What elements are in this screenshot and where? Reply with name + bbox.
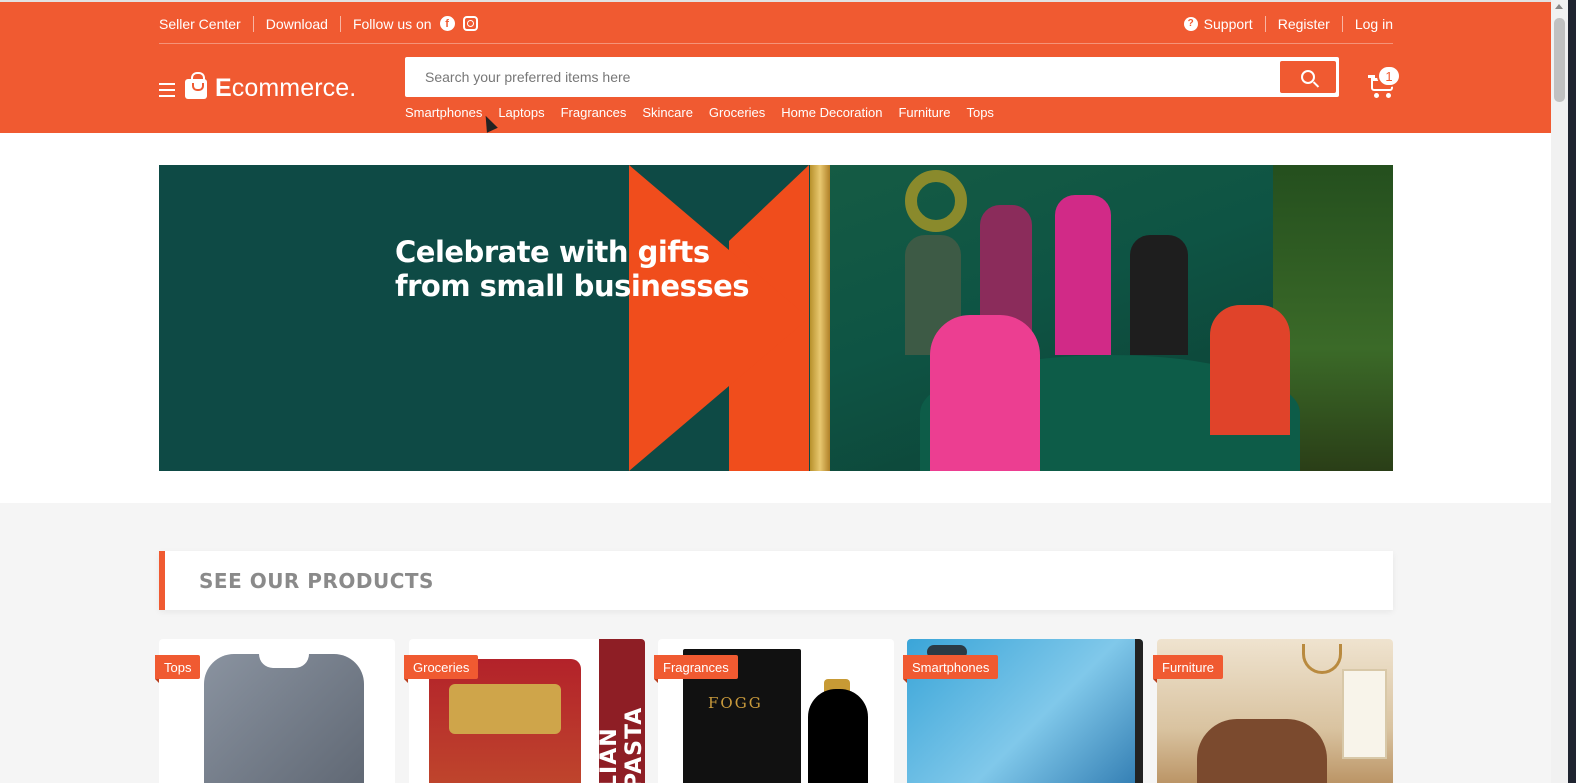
category-tag: Groceries (404, 655, 479, 683)
top-bar: Seller Center Download Follow us on f ? … (159, 4, 1393, 44)
search-button[interactable] (1280, 61, 1336, 93)
support-link[interactable]: Support (1204, 16, 1253, 32)
category-link-fragrances[interactable]: Fragrances (561, 105, 627, 120)
cart-count-badge: 1 (1377, 65, 1401, 87)
logo[interactable]: Ecommerce. (185, 71, 357, 103)
scrollbar-thumb[interactable] (1554, 18, 1565, 102)
category-link-laptops[interactable]: Laptops (498, 105, 544, 120)
category-tag: Fragrances (654, 655, 738, 683)
category-link-skincare[interactable]: Skincare (642, 105, 693, 120)
help-icon: ? (1183, 16, 1198, 31)
search-input[interactable] (408, 60, 1280, 94)
category-tag: Tops (155, 655, 201, 683)
search-bar (405, 57, 1339, 97)
instagram-icon[interactable] (462, 16, 478, 31)
seller-center-link[interactable]: Seller Center (159, 16, 241, 32)
divider (252, 15, 254, 32)
divider (1341, 15, 1343, 32)
section-header: SEE OUR PRODUCTS (159, 551, 1393, 610)
divider (1264, 15, 1266, 32)
banner-headline: Celebrate with gifts from small business… (395, 235, 750, 303)
scroll-up-arrow-icon[interactable] (1555, 4, 1563, 9)
top-bar-right: ? Support Register Log in (1183, 15, 1393, 32)
follow-us-label: Follow us on (352, 15, 432, 32)
top-bar-left: Seller Center Download Follow us on f (159, 15, 478, 32)
register-link[interactable]: Register (1278, 16, 1330, 32)
logo-text: Ecommerce. (215, 74, 357, 102)
divider (339, 15, 341, 32)
section-title: SEE OUR PRODUCTS (199, 568, 434, 593)
category-link-groceries[interactable]: Groceries (709, 105, 765, 120)
download-link[interactable]: Download (266, 16, 328, 32)
facebook-icon[interactable]: f (439, 16, 455, 31)
category-link-tops[interactable]: Tops (966, 105, 993, 120)
product-image-text: FOGG (708, 694, 763, 712)
category-link-furniture[interactable]: Furniture (898, 105, 950, 120)
header: Seller Center Download Follow us on f ? … (0, 0, 1551, 133)
shopping-bag-icon (185, 71, 207, 99)
category-tag: Smartphones (903, 655, 999, 683)
category-tag: Furniture (1153, 655, 1224, 683)
product-image (204, 654, 364, 783)
search-icon (1301, 70, 1315, 84)
hero-banner[interactable]: Celebrate with gifts from small business… (159, 165, 1393, 471)
banner-image (830, 165, 1393, 471)
hamburger-menu-icon[interactable] (159, 83, 175, 97)
product-image-text: LIAN PASTA (597, 639, 645, 783)
category-link-smartphones[interactable]: Smartphones (405, 105, 482, 120)
login-link[interactable]: Log in (1355, 16, 1393, 32)
vertical-scrollbar[interactable] (1551, 0, 1568, 783)
page: Seller Center Download Follow us on f ? … (0, 0, 1576, 783)
category-link-home-decoration[interactable]: Home Decoration (781, 105, 882, 120)
